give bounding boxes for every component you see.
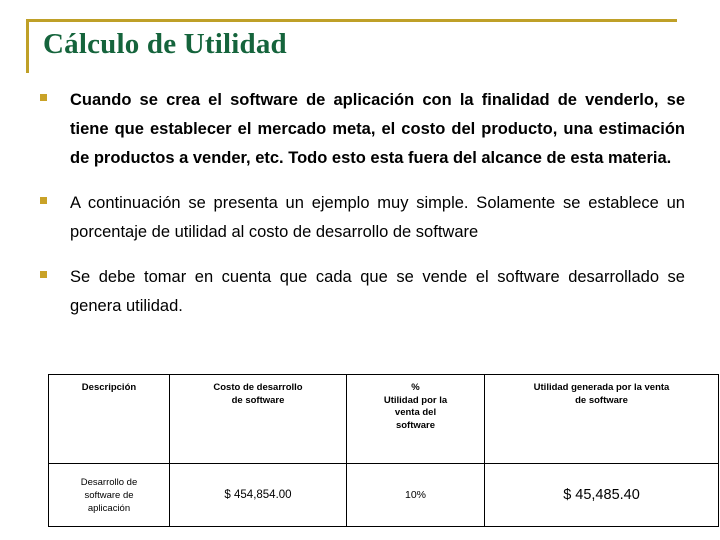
square-bullet-icon [40, 94, 47, 101]
column-header-costo-desarrollo: Costo de desarrollo de software [169, 374, 347, 464]
column-header-porcentaje-utilidad: % Utilidad por la venta del software [346, 374, 485, 464]
list-item: A continuación se presenta un ejemplo mu… [40, 189, 685, 247]
slide-canvas: Cálculo de Utilidad Cuando se crea el so… [0, 0, 720, 540]
list-item: Se debe tomar en cuenta que cada que se … [40, 263, 685, 321]
bullet-text-1: Cuando se crea el software de aplicación… [70, 91, 685, 167]
table-row: Desarrollo de software de aplicación $ 4… [48, 463, 719, 527]
bullet-text-2: A continuación se presenta un ejemplo mu… [70, 194, 685, 241]
cell-costo-desarrollo: $ 454,854.00 [169, 463, 347, 527]
table-header-row: Descripción Costo de desarrollo de softw… [48, 374, 719, 464]
cell-utilidad-generada: $ 45,485.40 [484, 463, 719, 527]
square-bullet-icon [40, 271, 47, 278]
cell-porcentaje-utilidad: 10% [346, 463, 485, 527]
list-item: Cuando se crea el software de aplicación… [40, 86, 685, 173]
square-bullet-icon [40, 197, 47, 204]
utility-calculation-table: Descripción Costo de desarrollo de softw… [48, 374, 719, 527]
column-header-descripcion: Descripción [48, 374, 170, 464]
bullet-text-3: Se debe tomar en cuenta que cada que se … [70, 268, 685, 315]
column-header-utilidad-generada: Utilidad generada por la venta de softwa… [484, 374, 719, 464]
page-title: Cálculo de Utilidad [43, 28, 287, 60]
cell-descripcion: Desarrollo de software de aplicación [48, 463, 170, 527]
bullet-list: Cuando se crea el software de aplicación… [40, 86, 685, 321]
